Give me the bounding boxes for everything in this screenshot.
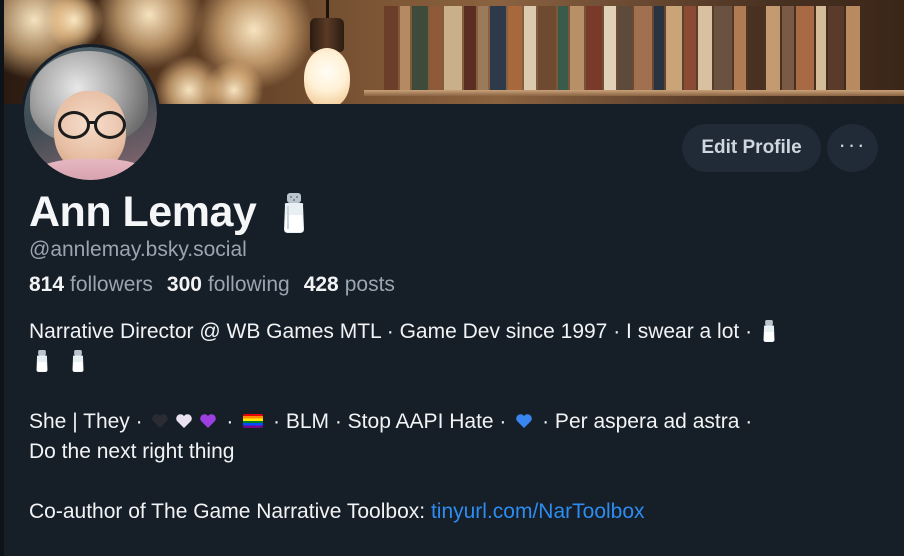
posts-count: 428: [303, 273, 339, 296]
white-heart-icon: [176, 414, 193, 428]
bio-motto-text: · Per aspera ad astra ·: [542, 410, 753, 433]
blue-heart-icon: [516, 414, 533, 428]
rainbow-flag-icon: [243, 414, 264, 428]
purple-heart-icon: [200, 414, 217, 428]
black-heart-icon: [152, 414, 169, 428]
profile-handle: @annlemay.bsky.social: [29, 238, 247, 261]
coauthor-text: Co-author of The Game Narrative Toolbox:: [29, 500, 431, 523]
pronouns-text: She | They ·: [29, 410, 143, 433]
salt-shaker-icon: [763, 320, 775, 342]
following-stat[interactable]: 300 following: [167, 273, 290, 297]
posts-stat: 428 posts: [304, 273, 395, 297]
profile-bio: Narrative Director @ WB Games MTL · Game…: [29, 317, 889, 527]
avatar-image: [24, 47, 157, 180]
profile-stats: 814 followers 300 following 428 posts: [29, 273, 409, 297]
toolbox-link[interactable]: tinyurl.com/NarToolbox: [431, 500, 645, 523]
bio-coauthor-line: Co-author of The Game Narrative Toolbox:…: [29, 497, 889, 527]
edit-profile-button[interactable]: Edit Profile: [682, 124, 821, 172]
salt-shaker-icon: [284, 192, 305, 233]
followers-label: followers: [70, 273, 153, 296]
profile-avatar[interactable]: [21, 44, 160, 183]
display-name-text: Ann Lemay: [29, 188, 257, 236]
salt-shaker-icon: [36, 350, 48, 372]
bio-causes-text: · BLM · Stop AAPI Hate ·: [273, 410, 507, 433]
display-name: Ann Lemay: [29, 188, 306, 237]
salt-shaker-icon: [72, 350, 84, 372]
bio-line-1: Narrative Director @ WB Games MTL · Game…: [29, 317, 889, 377]
posts-label: posts: [344, 273, 395, 296]
following-label: following: [207, 273, 290, 296]
bio-line-3: Do the next right thing: [29, 440, 235, 463]
followers-count: 814: [29, 273, 65, 296]
bio-line-1-text: Narrative Director @ WB Games MTL · Game…: [29, 320, 753, 343]
bio-line-2: She | They · · · BLM · Stop AAPI Hate · …: [29, 407, 889, 437]
more-horizontal-icon: ···: [838, 132, 867, 157]
more-options-button[interactable]: ···: [827, 124, 878, 172]
following-count: 300: [166, 273, 202, 296]
bio-separator: ·: [226, 410, 234, 433]
followers-stat[interactable]: 814 followers: [29, 273, 153, 297]
